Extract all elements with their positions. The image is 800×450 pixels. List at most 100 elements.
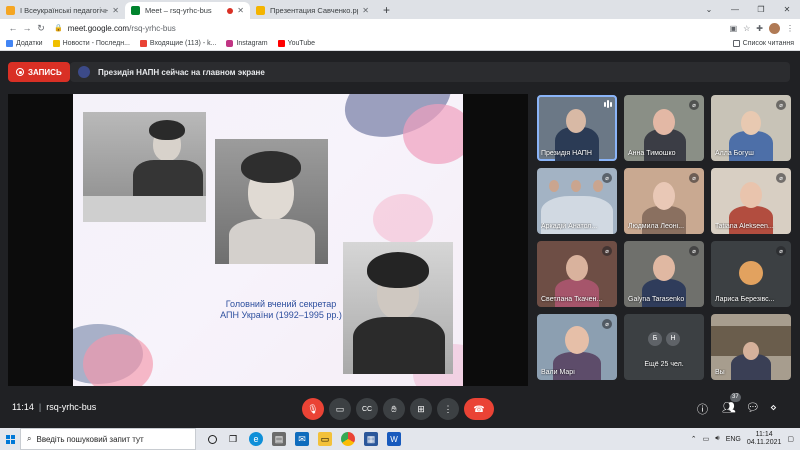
slide-caption: Головний вчений секретар АПН України (19… [220, 299, 342, 320]
window-controls: ⌄ — ❐ ✕ [696, 0, 800, 19]
close-window-icon[interactable]: ✕ [774, 0, 800, 19]
mail-icon[interactable]: ✉ [295, 432, 309, 446]
bookmark-youtube[interactable]: YouTube [277, 40, 315, 47]
clock[interactable]: 11:14 04.11.2021 [747, 431, 782, 447]
start-button[interactable] [0, 428, 20, 450]
taskbar-search[interactable]: ⌕ Введіть пошуковий запит тут [20, 428, 196, 450]
tab-favicon-icon [6, 6, 15, 15]
camera-toggle-button[interactable]: ▭ [329, 398, 351, 420]
forward-icon[interactable]: → [20, 23, 34, 33]
activities-icon[interactable]: ⋄ [770, 401, 777, 414]
participant-tile[interactable]: ⌀ Анна Тимошко [624, 95, 704, 161]
participant-tile[interactable]: ⌀ Лариса Березівс... [711, 241, 791, 307]
search-placeholder: Введіть пошуковий запит тут [36, 434, 144, 444]
decor-blob [373, 194, 433, 244]
reading-list[interactable]: Список читання [732, 40, 794, 47]
app-icon[interactable]: ▦ [364, 432, 378, 446]
participant-tile[interactable]: ⌀ Вали Марі [537, 314, 617, 380]
camera-icon[interactable]: ▣ [730, 24, 738, 33]
mic-off-icon: ⌀ [689, 173, 699, 183]
tab-readings[interactable]: І Всеукраїнські педагогічні читання ✕ [0, 2, 125, 19]
chat-icon[interactable]: 💬︎ [746, 401, 760, 414]
edge-icon[interactable]: e [249, 432, 263, 446]
call-controls: 11:14 | rsq-yrhc-bus 🎙︎ ▭ CC ✋︎ ⊞ ⋮ ☎ ⓘ 👥︎… [0, 392, 800, 422]
word-icon[interactable]: W [387, 432, 401, 446]
participant-tile[interactable]: ⌀ Алла Богуш [711, 95, 791, 161]
volume-icon[interactable]: 🔊︎ [715, 435, 719, 443]
task-view-icon[interactable]: ❒ [226, 432, 240, 446]
tab-meet[interactable]: Meet – rsq-yrhc-bus ✕ [125, 2, 250, 19]
star-icon[interactable]: ☆ [743, 24, 750, 33]
presenter-avatar [78, 66, 90, 78]
presentation-stage: Головний вчений секретар АПН України (19… [8, 94, 528, 386]
tab-search-icon[interactable]: ⌄ [696, 0, 722, 19]
menu-icon[interactable]: ⋮ [786, 24, 794, 33]
presenting-banner: Президія НАПН сейчас на главном экране [70, 62, 790, 82]
end-call-button[interactable]: ☎ [464, 398, 494, 420]
windows-taskbar: ⌕ Введіть пошуковий запит тут ❒ e ▤ ✉ ▭ … [0, 428, 800, 450]
bookmark-news[interactable]: Новости - Последн... [52, 40, 130, 47]
mic-off-icon: ⌀ [602, 173, 612, 183]
present-button[interactable]: ⊞ [410, 398, 432, 420]
participant-tile[interactable]: ⌀ Tatiana Alekseen... [711, 168, 791, 234]
url-field[interactable]: 🔒 meet.google.com/rsq-yrhc-bus [54, 24, 730, 33]
browser-tab-strip: І Всеукраїнські педагогічні читання ✕ Me… [0, 0, 800, 19]
archival-photo-desk [83, 112, 206, 222]
archival-photo-elder [343, 242, 453, 374]
new-tab-button[interactable]: + [375, 2, 398, 19]
extensions-icon[interactable]: ✚ [756, 24, 763, 33]
url-host: meet.google.com [67, 23, 130, 33]
reload-icon[interactable]: ↻ [34, 23, 48, 34]
lock-icon[interactable]: 🔒 [54, 24, 63, 32]
people-icon[interactable]: 👥︎ [722, 401, 736, 414]
avatar: Н [666, 332, 680, 346]
captions-button[interactable]: CC [356, 398, 378, 420]
info-icon[interactable]: ⓘ [697, 401, 708, 417]
recording-button[interactable]: ЗАПИСЬ [8, 62, 70, 82]
chevron-up-icon[interactable]: ⌃ [691, 435, 697, 443]
self-tile[interactable]: Вы [711, 314, 791, 380]
back-icon[interactable]: ← [6, 23, 20, 33]
chrome-icon[interactable] [341, 432, 355, 446]
participant-tile[interactable]: ⌀ Galyna Tarasenko [624, 241, 704, 307]
more-options-button[interactable]: ⋮ [437, 398, 459, 420]
bookmark-gmail[interactable]: Входящие (113) - k... [139, 40, 216, 47]
close-tab-icon[interactable]: ✕ [112, 6, 119, 15]
tab-presentation[interactable]: Презентация Савченко.pptx - G ✕ [250, 2, 375, 19]
maximize-icon[interactable]: ❐ [748, 0, 774, 19]
network-icon[interactable]: ▭ [703, 435, 710, 443]
raise-hand-button[interactable]: ✋︎ [383, 398, 405, 420]
more-participants-tile[interactable]: Б Н Ещё 25 чел. [624, 314, 704, 380]
mic-off-icon: ⌀ [776, 173, 786, 183]
present-screen-icon: ⊞ [417, 403, 425, 414]
phone-hangup-icon: ☎ [473, 403, 485, 414]
cortana-icon[interactable] [208, 434, 217, 444]
bookmark-apps[interactable]: Додатки [6, 40, 43, 47]
system-tray: ⌃ ▭ 🔊︎ ENG 11:14 04.11.2021 ▢ [691, 431, 800, 447]
language-indicator[interactable]: ENG [726, 436, 741, 443]
participant-tile[interactable]: Президія НАПН [537, 95, 617, 161]
store-icon[interactable]: ▤ [272, 432, 286, 446]
mic-off-icon: ⌀ [602, 246, 612, 256]
minimize-icon[interactable]: — [722, 0, 748, 19]
bookmark-instagram[interactable]: Instagram [226, 40, 268, 47]
file-explorer-icon[interactable]: ▭ [318, 432, 332, 446]
record-icon [16, 68, 24, 76]
participant-tile[interactable]: ⌀ Людмила Леоні... [624, 168, 704, 234]
participant-tile[interactable]: ⌀ Аркадій Анатол... [537, 168, 617, 234]
avatar[interactable] [769, 22, 780, 34]
mic-off-icon: ⌀ [776, 246, 786, 256]
participant-tile[interactable]: ⌀ Светлана Ткачен... [537, 241, 617, 307]
youtube-icon [277, 40, 285, 47]
close-tab-icon[interactable]: ✕ [362, 6, 369, 15]
close-tab-icon[interactable]: ✕ [237, 6, 244, 15]
captions-icon: CC [361, 405, 373, 413]
people-count-badge: 37 [730, 393, 741, 402]
news-icon [52, 40, 60, 47]
mic-off-icon: ⌀ [689, 100, 699, 110]
mic-toggle-button[interactable]: 🎙︎ [302, 398, 324, 420]
video-camera-icon: ▭ [335, 403, 345, 414]
notifications-icon[interactable]: ▢ [787, 435, 794, 443]
avatar [739, 261, 763, 285]
avatar: Б [648, 332, 662, 346]
